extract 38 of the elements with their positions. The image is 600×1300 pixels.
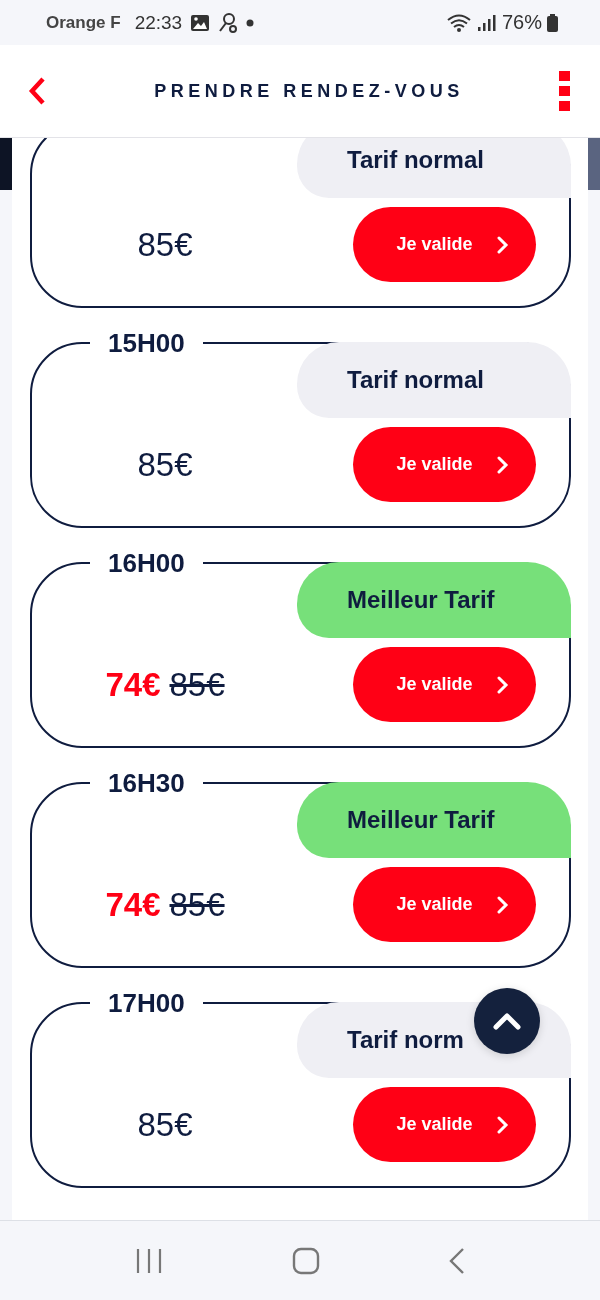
dot-icon xyxy=(246,18,255,27)
old-price: 85€ xyxy=(169,885,225,924)
side-panel-edge xyxy=(0,138,12,190)
validate-button[interactable]: Je valide xyxy=(353,207,536,282)
chevron-right-icon xyxy=(496,455,509,474)
image-icon xyxy=(190,13,211,32)
chevron-up-icon xyxy=(493,1012,521,1030)
price: 85€ xyxy=(137,1105,193,1144)
discount-price: 74€ xyxy=(105,665,161,704)
old-price: 85€ xyxy=(169,665,225,704)
battery-icon xyxy=(547,13,558,32)
carrier-name: Orange F xyxy=(46,12,121,33)
back-icon[interactable] xyxy=(448,1246,466,1275)
page-title: PRENDRE RENDEZ-VOUS xyxy=(153,80,464,102)
price: 85€ xyxy=(137,445,193,484)
menu-icon[interactable] xyxy=(559,71,570,111)
validate-button[interactable]: Je valide xyxy=(353,427,536,502)
chevron-right-icon xyxy=(496,895,509,914)
price: 85€ xyxy=(137,225,193,264)
side-panel-edge xyxy=(588,138,600,190)
chevron-right-icon xyxy=(496,1115,509,1134)
wifi-icon xyxy=(445,12,472,33)
signal-icon xyxy=(476,13,497,32)
validate-button[interactable]: Je valide xyxy=(353,647,536,722)
battery-level: 76% xyxy=(501,11,542,34)
validate-button[interactable]: Je valide xyxy=(353,867,536,942)
validate-button[interactable]: Je valide xyxy=(353,1087,536,1162)
discount-price: 74€ xyxy=(105,885,161,924)
recent-apps-icon[interactable] xyxy=(134,1247,164,1274)
rate-label: Meilleur Tarif xyxy=(347,586,495,614)
status-time: 22:33 xyxy=(134,11,183,34)
rate-label: Meilleur Tarif xyxy=(347,806,495,834)
home-icon[interactable] xyxy=(292,1246,320,1275)
chevron-right-icon xyxy=(496,675,509,694)
rate-label: Tarif normal xyxy=(347,146,484,174)
rate-label: Tarif norm xyxy=(347,1026,464,1054)
rate-label: Tarif normal xyxy=(347,366,484,394)
chevron-right-icon xyxy=(496,235,509,254)
